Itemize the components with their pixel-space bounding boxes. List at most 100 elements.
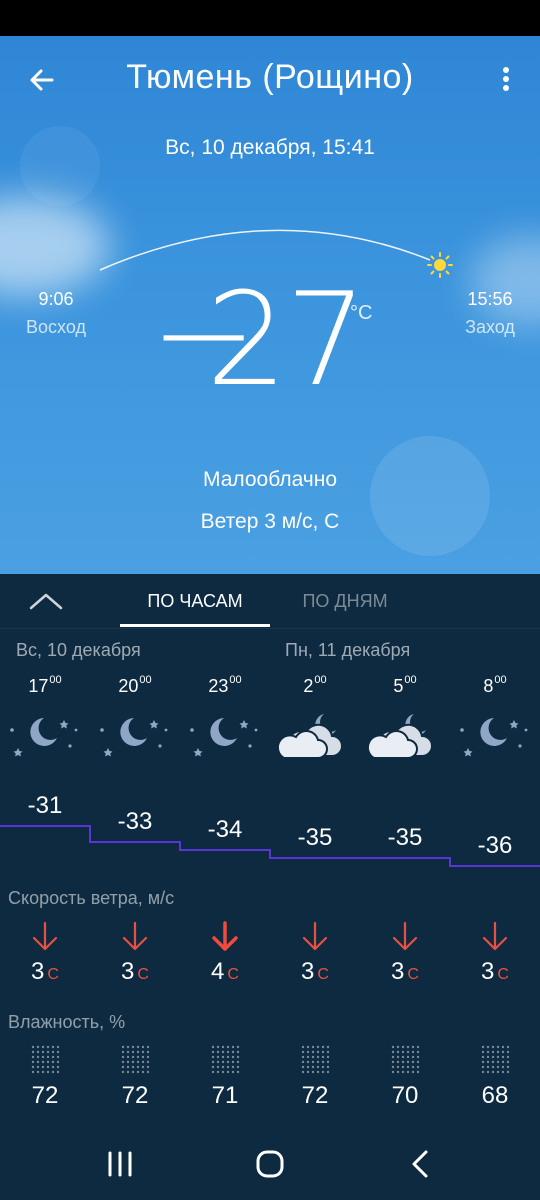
forecast-tabs: ПО ЧАСАМ ПО ДНЯМ (0, 574, 540, 629)
hour-value: 5 (393, 676, 404, 696)
wind-direction-arrow-icon (180, 920, 270, 954)
humidity-dots-icon (180, 1044, 270, 1074)
humidity-value: 71 (211, 1082, 239, 1109)
wind-speed-value: 3С (360, 958, 450, 986)
wind-speed: 4 (211, 958, 225, 985)
humidity-dots-icon (450, 1044, 540, 1074)
humidity-dots-icon (360, 1044, 450, 1074)
wind-speed: 3 (121, 958, 135, 985)
sun-icon (427, 252, 453, 278)
humidity-dots-icon (0, 1044, 90, 1074)
page-title: Тюмень (Рощино) (126, 58, 414, 96)
wind-speed-value: 3С (0, 958, 90, 986)
night-clear-icon (90, 696, 180, 766)
day-label-tomorrow: Пн, 11 декабря (285, 640, 411, 660)
forecast-panel: ПО ЧАСАМ ПО ДНЯМ Вс, 10 декабря Пн, 11 д… (0, 574, 540, 1126)
hour-minutes: 00 (314, 674, 327, 686)
hour-label: 500 (360, 674, 450, 697)
wind-direction-arrow-icon (270, 920, 360, 954)
hour-value: 17 (28, 676, 49, 696)
overflow-menu-button[interactable] (488, 60, 524, 100)
wind-direction: С (137, 966, 149, 983)
sunrise-time: 9:06 (38, 289, 74, 309)
temperature-unit: °C (350, 302, 373, 324)
recent-apps-icon (108, 1151, 132, 1177)
tab-hourly-indicator (120, 624, 270, 627)
hour-minutes: 00 (229, 674, 242, 686)
temperature-graph (0, 825, 540, 867)
hour-label: 1700 (0, 674, 90, 697)
back-button[interactable] (22, 60, 62, 100)
wind-direction: С (407, 966, 419, 983)
wind-speed: 3 (301, 958, 315, 985)
humidity-dots-icon (90, 1044, 180, 1074)
wind-speed: 3 (481, 958, 495, 985)
wind-direction-arrow-icon (0, 920, 90, 954)
wind-direction: С (47, 966, 59, 983)
humidity-value: 72 (121, 1082, 149, 1109)
chevron-up-icon (29, 593, 63, 610)
tab-daily[interactable]: ПО ДНЯМ (290, 591, 400, 612)
day-label-today: Вс, 10 декабря (16, 640, 141, 660)
humidity-value: 72 (301, 1082, 329, 1109)
hour-value: 2 (303, 676, 314, 696)
hour-value: 20 (118, 676, 139, 696)
humidity-value: 72 (31, 1082, 59, 1109)
wind-speed-value: 3С (90, 958, 180, 986)
tab-hourly[interactable]: ПО ЧАСАМ (120, 591, 270, 612)
night-clear-icon (0, 696, 90, 766)
night-clear-icon (180, 696, 270, 766)
weather-condition: Малооблачно (202, 468, 338, 491)
current-datetime: Вс, 10 декабря, 15:41 (165, 136, 375, 159)
night-cloudy-icon (360, 696, 450, 766)
sunset-label: Заход (465, 317, 515, 337)
night-clear-icon (450, 696, 540, 766)
hour-minutes: 00 (404, 674, 417, 686)
system-navigation-bar (0, 1126, 540, 1200)
sunrise-label: Восход (26, 317, 86, 337)
current-temperature: − 27 (150, 265, 380, 415)
sunset-time: 15:56 (467, 289, 513, 309)
hour-minutes: 00 (49, 674, 62, 686)
recent-apps-button[interactable] (100, 1148, 140, 1180)
temperature-value: 27 (206, 266, 367, 415)
chevron-left-icon (412, 1150, 428, 1178)
hour-label: 200 (270, 674, 360, 697)
wind-speed: 3 (391, 958, 405, 985)
hour-minutes: 00 (139, 674, 152, 686)
nav-back-button[interactable] (400, 1148, 440, 1180)
top-app-bar: Тюмень (Рощино) (0, 36, 540, 124)
wind-speed: 3 (31, 958, 45, 985)
wind-direction: С (497, 966, 509, 983)
collapse-button[interactable] (24, 586, 68, 616)
wind-direction-arrow-icon (90, 920, 180, 954)
status-bar (0, 0, 540, 36)
hour-value: 8 (483, 676, 494, 696)
current-weather-hero: Тюмень (Рощино) Вс, 10 декабря, 15:41 9:… (0, 36, 540, 574)
wind-speed-value: 4С (180, 958, 270, 986)
wind-speed-value: 3С (270, 958, 360, 986)
hour-label: 2300 (180, 674, 270, 697)
wind-direction-arrow-icon (360, 920, 450, 954)
hour-value: 23 (208, 676, 229, 696)
humidity-value: 70 (391, 1082, 419, 1109)
glow-decoration (370, 436, 490, 556)
temperature-line (0, 825, 540, 867)
arrow-left-icon (30, 69, 54, 91)
home-icon (256, 1150, 284, 1178)
hour-minutes: 00 (494, 674, 507, 686)
hour-label: 800 (450, 674, 540, 697)
humidity-value: 68 (481, 1082, 509, 1109)
more-vertical-icon (503, 67, 509, 91)
wind-section-title: Скорость ветра, м/с (8, 888, 175, 908)
night-cloudy-icon (270, 696, 360, 766)
wind-direction: С (227, 966, 239, 983)
wind-direction: С (317, 966, 329, 983)
hour-label: 2000 (90, 674, 180, 697)
current-wind: Ветер 3 м/с, С (200, 510, 340, 533)
wind-speed-value: 3С (450, 958, 540, 986)
humidity-section-title: Влажность, % (8, 1012, 126, 1032)
wind-direction-arrow-icon (450, 920, 540, 954)
humidity-dots-icon (270, 1044, 360, 1074)
home-button[interactable] (250, 1148, 290, 1180)
